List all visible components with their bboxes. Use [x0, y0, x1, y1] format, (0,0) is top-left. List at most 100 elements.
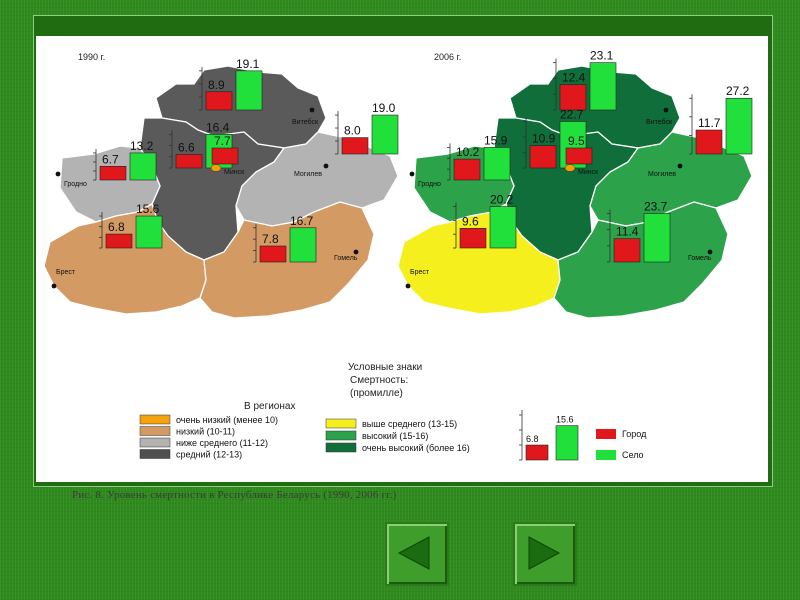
value-selo-mogilev: 27.2: [726, 84, 750, 98]
bar-gorod-brest: [105, 233, 133, 249]
value-selo-minsk: 16.4: [206, 120, 230, 134]
bar-gorod-grodno: [99, 165, 127, 181]
bar-selo-grodno: [483, 147, 511, 181]
value-selo-grodno: 15.9: [484, 133, 508, 147]
legend-swatch: [139, 414, 171, 425]
previous-slide-button[interactable]: [385, 522, 449, 586]
city-dot: [55, 171, 61, 177]
value-gorod-gomel: 11.4: [616, 225, 639, 239]
city-dot: [663, 107, 669, 113]
map-2006: 2006 г. Витебск 12.4 23.1 Минск 10.9 22.7 9.5 Г…: [397, 49, 753, 319]
value-selo-brest: 15.6: [136, 202, 160, 216]
legend-right-column: выше среднего (13-15) высокий (15-16) очен…: [325, 418, 470, 453]
value-minsk-city: 7.7: [214, 134, 231, 148]
city-label-grodno: Гродно: [418, 181, 441, 188]
value-gorod-vitebsk: 8.9: [208, 78, 225, 92]
city-label-grodno: Гродно: [64, 181, 87, 188]
legend-label: ниже среднего (11-12): [176, 438, 268, 448]
bar-selo-vitebsk: [235, 70, 263, 111]
legend-label: очень низкий (менее 10): [176, 415, 278, 425]
legend: Условные знаки Смертность: (промилле) В …: [139, 362, 647, 461]
city-label-vitebsk: Витебск: [646, 118, 673, 126]
bar-gorod-brest: [459, 228, 487, 249]
city-label-mogilev: Могилев: [294, 171, 322, 178]
map-1990: 1990 г. Витебск 8.9 19.1 Минск 6.6 16.47.7 Гро…: [43, 52, 399, 319]
value-selo-gomel: 23.7: [644, 199, 668, 213]
value-selo-vitebsk: 19.1: [236, 57, 260, 71]
value-gorod-mogilev: 11.7: [698, 116, 721, 130]
legend-label: высокий (15-16): [362, 431, 428, 441]
bar-selo-mogilev: [371, 114, 399, 155]
mortality-maps: 1990 г. Витебск 8.9 19.1 Минск 6.6 16.47.7 Гро…: [43, 49, 753, 461]
slide-frame: 1990 г. Витебск 8.9 19.1 Минск 6.6 16.4 7.7 Гро…: [33, 15, 773, 487]
city-dot: [353, 249, 359, 255]
capital-marker: [564, 164, 576, 172]
bar-minsk-city: [211, 147, 239, 165]
value-gorod-gomel: 7.8: [262, 232, 279, 246]
bar-gorod-minsk: [175, 154, 203, 169]
bar-gorod-grodno: [453, 158, 481, 181]
city-dot: [707, 249, 713, 255]
bar-selo-brest: [135, 215, 163, 249]
value-selo-brest: 20.2: [490, 193, 514, 207]
legend-swatch: [139, 426, 171, 436]
figure-caption: Рис. 8. Уровень смертности в Республике …: [72, 489, 397, 501]
legend-unit: (промилле): [350, 388, 403, 399]
value-gorod-brest: 9.6: [462, 214, 479, 228]
value-selo-mogilev: 19.0: [372, 101, 396, 115]
sample-value-gorod: 6.8: [526, 434, 539, 444]
figure-panel: 1990 г. Витебск 8.9 19.1 Минск 6.6 16.4 7.7 Гро…: [36, 36, 768, 482]
bar-selo-vitebsk: [589, 62, 617, 111]
bar-gorod-mogilev: [341, 137, 369, 155]
city-dot: [323, 163, 329, 169]
bar-selo-mogilev: [725, 97, 753, 155]
legend-selo-label: Село: [622, 450, 644, 460]
value-gorod-grodno: 10.2: [456, 145, 480, 159]
triangle-left-icon: [397, 536, 430, 570]
legend-label: средний (12-13): [176, 450, 242, 460]
legend-selo-swatch: [596, 450, 616, 460]
next-slide-button[interactable]: [513, 522, 577, 586]
value-selo-minsk: 22.7: [560, 107, 584, 121]
bar-selo-brest: [489, 206, 517, 249]
sample-value-selo: 15.6: [556, 415, 574, 425]
legend-gorod-label: Город: [622, 429, 647, 439]
legend-swatch: [139, 437, 171, 448]
bar-selo-gomel: [643, 213, 671, 263]
legend-swatch: [139, 449, 171, 459]
city-label-minsk: Минск: [224, 169, 245, 176]
sample-bar-selo: [555, 425, 579, 461]
legend-regions-title: В регионах: [244, 401, 295, 412]
map-year-label: 1990 г.: [78, 52, 105, 62]
bar-gorod-minsk: [529, 145, 557, 169]
city-label-brest: Брест: [410, 269, 430, 276]
legend-swatch: [325, 418, 357, 429]
city-dot: [51, 283, 57, 289]
legend-sample-chart: 6.8 15.6 Город Село: [519, 410, 647, 461]
city-dot: [677, 163, 683, 169]
city-label-vitebsk: Витебск: [292, 118, 319, 126]
city-label-gomel: Гомель: [688, 255, 712, 262]
map-year-label: 2006 г.: [434, 52, 461, 62]
capital-marker: [210, 164, 222, 172]
bar-selo-grodno: [129, 152, 157, 181]
bar-gorod-vitebsk: [559, 84, 587, 111]
sample-bar-gorod: [525, 444, 549, 461]
bar-minsk-city: [565, 147, 593, 165]
value-minsk-city: 9.5: [568, 134, 585, 148]
value-gorod-mogilev: 8.0: [344, 124, 361, 138]
legend-swatch: [325, 442, 357, 453]
legend-swatch: [325, 430, 357, 441]
bar-gorod-gomel: [613, 238, 641, 263]
legend-subtitle: Смертность:: [350, 375, 408, 386]
value-gorod-grodno: 6.7: [102, 152, 119, 166]
city-dot: [409, 171, 415, 177]
city-label-gomel: Гомель: [334, 255, 358, 262]
triangle-right-icon: [528, 536, 561, 570]
value-gorod-minsk: 10.9: [532, 132, 556, 146]
city-dot: [405, 283, 411, 289]
value-selo-vitebsk: 23.1: [590, 49, 614, 63]
value-selo-grodno: 13.2: [130, 139, 154, 153]
legend-label: очень высокий (более 16): [362, 443, 470, 453]
legend-title: Условные знаки: [348, 362, 422, 373]
